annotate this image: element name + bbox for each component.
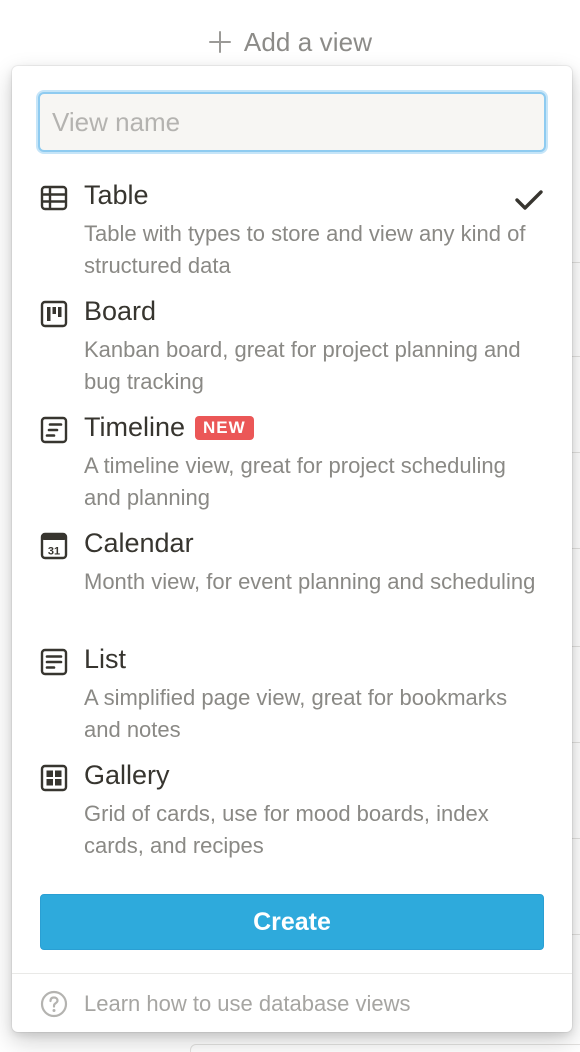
add-view-button[interactable]: Add a view [0, 24, 580, 60]
calendar-icon-day: 31 [48, 546, 60, 558]
footer-divider [12, 973, 572, 974]
view-option-description: Kanban board, great for project planning… [84, 337, 521, 394]
table-icon [40, 185, 68, 211]
view-option-title: List [84, 644, 126, 675]
help-circle-icon [40, 990, 68, 1018]
board-icon [40, 300, 68, 328]
view-option-title-text: Gallery [84, 760, 170, 790]
view-option-timeline[interactable]: Timeline NEW A timeline view, great for … [12, 406, 572, 522]
view-option-title: Board [84, 296, 156, 327]
view-option-title-text: Board [84, 296, 157, 326]
view-type-list: Table Table with types to store and view… [12, 174, 572, 870]
view-option-board[interactable]: Board Kanban board, great for project pl… [12, 290, 572, 406]
view-option-description: A timeline view, great for project sched… [84, 453, 506, 510]
view-option-gallery[interactable]: Gallery Grid of cards, use for mood boar… [12, 754, 572, 870]
view-name-field-wrapper [38, 92, 546, 152]
list-icon [40, 648, 68, 676]
view-option-title: Timeline NEW [84, 412, 254, 443]
view-option-calendar[interactable]: 31 Calendar Month view, for event planni… [12, 522, 572, 638]
view-option-description: Grid of cards, use for mood boards, inde… [84, 801, 489, 858]
view-option-title-text: Timeline [84, 412, 186, 442]
view-option-title: Calendar [84, 528, 194, 559]
view-option-title-text: Table [84, 180, 149, 210]
view-option-title: Gallery [84, 760, 170, 791]
create-button[interactable]: Create [40, 894, 544, 950]
background-page-card [190, 1044, 580, 1052]
plus-icon [208, 31, 231, 53]
view-option-description: Month view, for event planning and sched… [84, 569, 536, 594]
help-link[interactable]: Learn how to use database views [40, 986, 411, 1022]
calendar-icon: 31 [40, 532, 68, 560]
view-option-description: A simplified page view, great for bookma… [84, 685, 508, 742]
view-option-list[interactable]: List A simplified page view, great for b… [12, 638, 572, 754]
timeline-icon [40, 416, 68, 444]
view-option-table[interactable]: Table Table with types to store and view… [12, 174, 572, 290]
view-option-title-text: Calendar [84, 528, 194, 558]
view-option-title: Table [84, 180, 149, 211]
help-link-text: Learn how to use database views [84, 991, 411, 1016]
add-view-label: Add a view [243, 26, 373, 57]
checkmark-icon [515, 190, 543, 210]
view-option-title-text: List [84, 644, 127, 674]
screen: Add a view Table Table with types to sto… [0, 0, 580, 1052]
view-name-input[interactable] [38, 92, 546, 152]
add-view-popover: Table Table with types to store and view… [12, 66, 572, 1032]
new-badge: NEW [195, 415, 254, 440]
gallery-icon [40, 764, 68, 792]
view-option-description: Table with types to store and view any k… [84, 221, 526, 278]
